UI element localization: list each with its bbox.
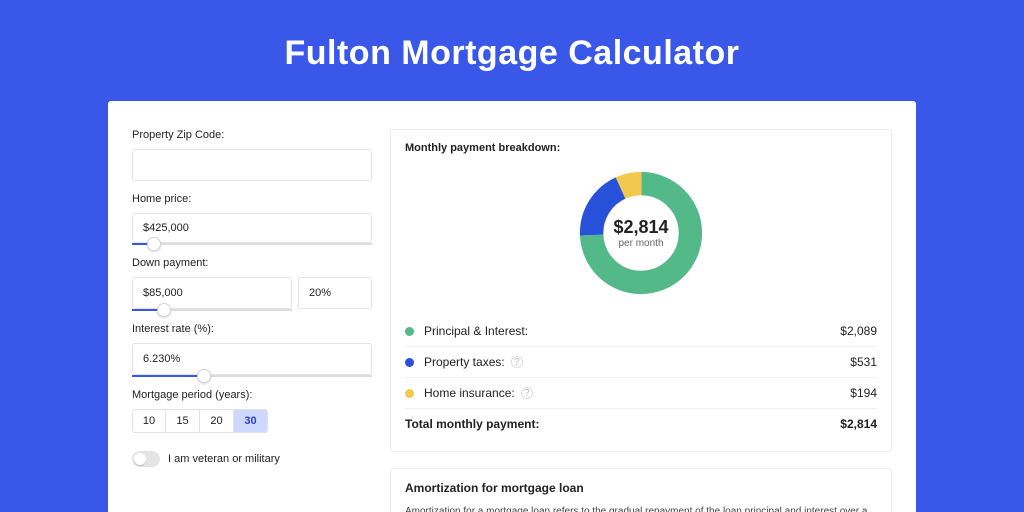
down-slider[interactable] (132, 309, 292, 311)
rate-field: Interest rate (%): (132, 323, 372, 377)
zip-input[interactable] (132, 149, 372, 181)
legend-label: Property taxes: (424, 355, 505, 369)
rate-label: Interest rate (%): (132, 323, 372, 335)
legend-property-taxes: Property taxes: ? $531 (405, 347, 877, 378)
down-slider-handle[interactable] (157, 303, 171, 317)
info-icon[interactable]: ? (521, 387, 533, 399)
page-title: Fulton Mortgage Calculator (108, 0, 916, 101)
price-slider-handle[interactable] (147, 237, 161, 251)
price-label: Home price: (132, 193, 372, 205)
breakdown-panel: Monthly payment breakdown: $2,814 per mo… (390, 129, 892, 452)
period-option-20[interactable]: 20 (200, 409, 234, 433)
rate-slider[interactable] (132, 375, 372, 377)
period-field: Mortgage period (years): 10152030 (132, 389, 372, 433)
amortization-panel: Amortization for mortgage loan Amortizat… (390, 468, 892, 512)
down-amount-input[interactable] (132, 277, 292, 309)
period-option-15[interactable]: 15 (166, 409, 200, 433)
zip-label: Property Zip Code: (132, 129, 372, 141)
zip-field: Property Zip Code: (132, 129, 372, 181)
down-field: Down payment: (132, 257, 372, 311)
swatch-green-icon (405, 327, 414, 336)
down-pct-input[interactable] (298, 277, 372, 309)
results-column: Monthly payment breakdown: $2,814 per mo… (390, 129, 892, 512)
legend-total: Total monthly payment: $2,814 (405, 409, 877, 439)
breakdown-legend: Principal & Interest: $2,089 Property ta… (405, 316, 877, 439)
legend-label: Home insurance: (424, 386, 515, 400)
veteran-toggle[interactable] (132, 451, 160, 467)
donut-chart: $2,814 per month (576, 168, 706, 298)
legend-label: Principal & Interest: (424, 324, 528, 338)
veteran-row: I am veteran or military (132, 451, 372, 467)
legend-home-insurance: Home insurance: ? $194 (405, 378, 877, 409)
price-field: Home price: (132, 193, 372, 245)
period-label: Mortgage period (years): (132, 389, 372, 401)
swatch-yellow-icon (405, 389, 414, 398)
down-label: Down payment: (132, 257, 372, 269)
period-segmented: 10152030 (132, 409, 372, 433)
price-input[interactable] (132, 213, 372, 243)
period-option-30[interactable]: 30 (234, 409, 268, 433)
donut-sub: per month (613, 238, 668, 249)
period-option-10[interactable]: 10 (132, 409, 166, 433)
legend-total-label: Total monthly payment: (405, 417, 539, 431)
donut-center: $2,814 per month (613, 217, 668, 249)
legend-value: $531 (850, 355, 877, 369)
veteran-label: I am veteran or military (168, 453, 280, 465)
inputs-column: Property Zip Code: Home price: Down paym… (132, 129, 372, 512)
info-icon[interactable]: ? (511, 356, 523, 368)
breakdown-title: Monthly payment breakdown: (405, 142, 877, 154)
legend-value: $194 (850, 386, 877, 400)
amort-title: Amortization for mortgage loan (405, 481, 877, 495)
legend-value: $2,089 (840, 324, 877, 338)
donut-amount: $2,814 (613, 217, 668, 238)
calculator-tool: Property Zip Code: Home price: Down paym… (108, 101, 916, 512)
rate-input[interactable] (132, 343, 372, 375)
legend-principal-interest: Principal & Interest: $2,089 (405, 316, 877, 347)
donut-chart-zone: $2,814 per month (405, 162, 877, 308)
amort-body: Amortization for a mortgage loan refers … (405, 505, 877, 512)
swatch-blue-icon (405, 358, 414, 367)
price-slider[interactable] (132, 243, 372, 245)
legend-total-value: $2,814 (840, 417, 877, 431)
rate-slider-handle[interactable] (197, 369, 211, 383)
